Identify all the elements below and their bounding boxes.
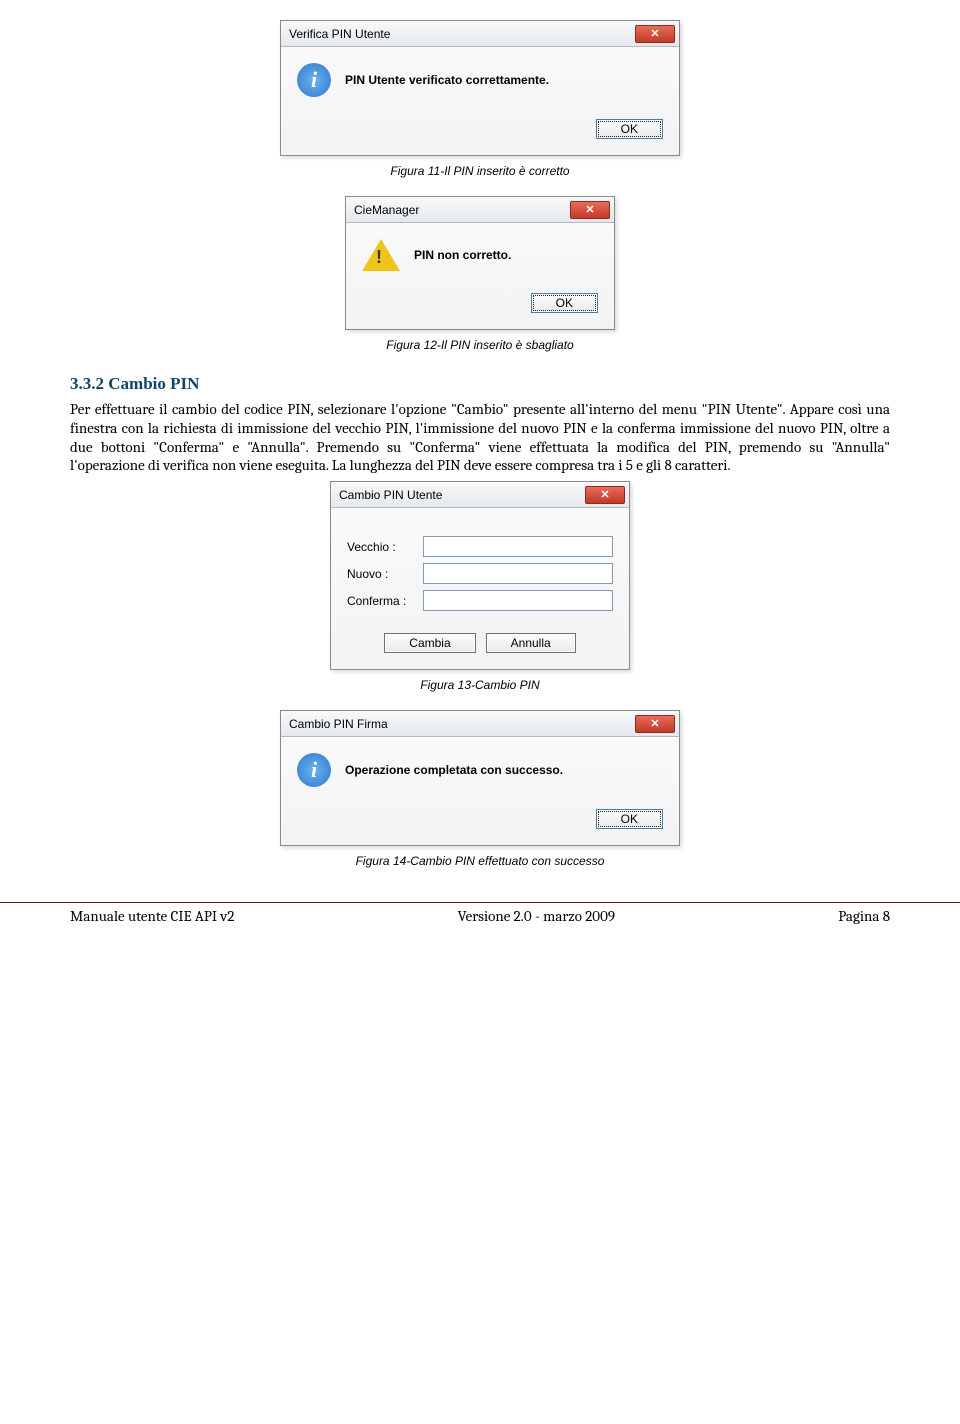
input-vecchio[interactable]: [423, 536, 613, 557]
annulla-button[interactable]: Annulla: [486, 633, 576, 653]
dialog1-message: PIN Utente verificato correttamente.: [345, 73, 549, 87]
label-nuovo: Nuovo :: [347, 567, 417, 581]
dialog2-titlebar: CieManager ✕: [346, 197, 614, 223]
close-icon[interactable]: ✕: [585, 486, 625, 504]
input-conferma[interactable]: [423, 590, 613, 611]
dialog-verify-pin: Verifica PIN Utente ✕ PIN Utente verific…: [280, 20, 680, 156]
dialog4-titlebar: Cambio PIN Firma ✕: [281, 711, 679, 737]
label-vecchio: Vecchio :: [347, 540, 417, 554]
footer-rule: [0, 902, 960, 903]
close-icon[interactable]: ✕: [570, 201, 610, 219]
dialog-change-pin: Cambio PIN Utente ✕ Vecchio : Nuovo : Co…: [330, 481, 630, 670]
info-icon: [297, 63, 331, 97]
ok-button[interactable]: OK: [596, 119, 663, 139]
close-icon[interactable]: ✕: [635, 715, 675, 733]
footer-left: Manuale utente CIE API v2: [70, 907, 234, 925]
info-icon: [297, 753, 331, 787]
dialog4-message: Operazione completata con successo.: [345, 763, 563, 777]
dialog1-titlebar: Verifica PIN Utente ✕: [281, 21, 679, 47]
dialog-change-pin-result: Cambio PIN Firma ✕ Operazione completata…: [280, 710, 680, 846]
warning-icon: [362, 239, 400, 271]
label-conferma: Conferma :: [347, 594, 417, 608]
dialog3-titlebar: Cambio PIN Utente ✕: [331, 482, 629, 508]
dialog1-title: Verifica PIN Utente: [289, 27, 390, 41]
footer-center: Versione 2.0 - marzo 2009: [458, 907, 615, 925]
dialog3-title: Cambio PIN Utente: [339, 488, 442, 502]
footer-right: Pagina 8: [838, 907, 890, 925]
dialog2-message: PIN non corretto.: [414, 248, 511, 262]
dialog-cie-manager: CieManager ✕ PIN non corretto. OK: [345, 196, 615, 330]
section-heading: 3.3.2 Cambio PIN: [70, 374, 890, 394]
dialog4-title: Cambio PIN Firma: [289, 717, 388, 731]
input-nuovo[interactable]: [423, 563, 613, 584]
ok-button[interactable]: OK: [596, 809, 663, 829]
close-icon[interactable]: ✕: [635, 25, 675, 43]
ok-button[interactable]: OK: [531, 293, 598, 313]
figure-caption-14: Figura 14-Cambio PIN effettuato con succ…: [356, 854, 605, 868]
dialog2-title: CieManager: [354, 203, 419, 217]
cambia-button[interactable]: Cambia: [384, 633, 475, 653]
figure-caption-11: Figura 11-Il PIN inserito è corretto: [390, 164, 569, 178]
figure-caption-13: Figura 13-Cambio PIN: [420, 678, 539, 692]
section-paragraph: Per effettuare il cambio del codice PIN,…: [70, 400, 890, 475]
figure-caption-12: Figura 12-Il PIN inserito è sbagliato: [386, 338, 573, 352]
page-footer: Manuale utente CIE API v2 Versione 2.0 -…: [0, 907, 960, 939]
